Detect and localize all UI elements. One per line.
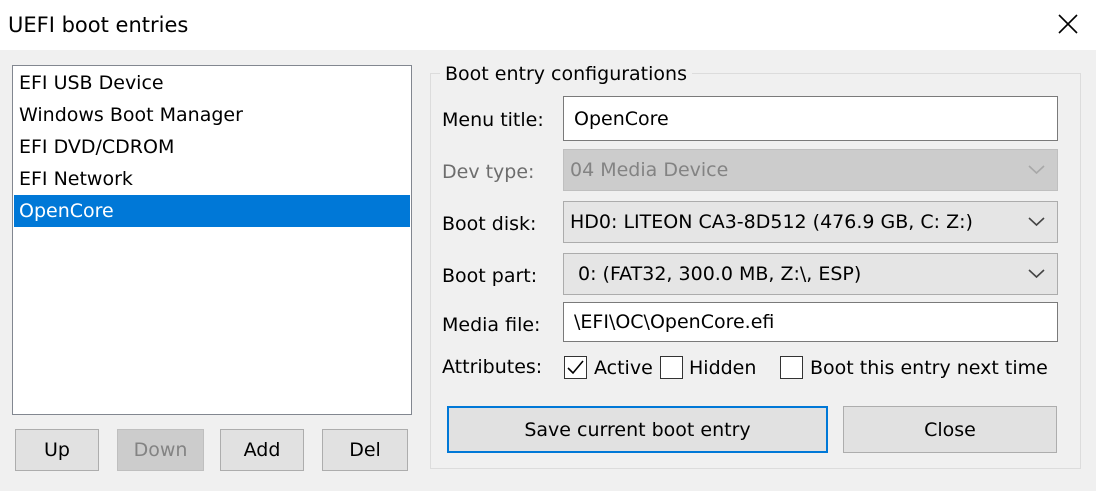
chevron-down-icon — [1028, 217, 1045, 227]
dev-type-label: Dev type: — [442, 161, 535, 183]
dev-type-select[interactable]: 04 Media Device — [563, 149, 1058, 191]
boot-part-label: Boot part: — [442, 265, 538, 287]
list-item-efi-dvd-cdrom[interactable]: EFI DVD/CDROM — [14, 131, 410, 163]
media-file-label: Media file: — [442, 314, 541, 336]
up-button[interactable]: Up — [15, 429, 99, 471]
boot-part-value: 0: (FAT32, 300.0 MB, Z:\, ESP) — [578, 263, 862, 285]
list-item-windows-boot-manager[interactable]: Windows Boot Manager — [14, 99, 410, 131]
del-button[interactable]: Del — [322, 429, 408, 471]
close-button[interactable]: Close — [843, 406, 1057, 453]
media-file-input[interactable]: \EFI\OC\OpenCore.efi — [563, 302, 1058, 342]
menu-title-input[interactable]: OpenCore — [563, 96, 1058, 141]
boot-disk-value: HD0: LITEON CA3-8D512 (476.9 GB, C: Z:) — [570, 211, 973, 233]
list-item-efi-usb-device[interactable]: EFI USB Device — [14, 67, 410, 99]
chevron-down-icon — [1028, 269, 1045, 279]
boot-disk-select[interactable]: HD0: LITEON CA3-8D512 (476.9 GB, C: Z:) — [563, 201, 1058, 243]
hidden-checkbox[interactable] — [660, 356, 683, 379]
group-title: Boot entry configurations — [440, 62, 692, 86]
window-title: UEFI boot entries — [8, 13, 189, 37]
down-button[interactable]: Down — [117, 429, 204, 471]
menu-title-label: Menu title: — [442, 109, 544, 131]
close-icon — [1058, 14, 1078, 34]
attributes-label: Attributes: — [442, 356, 543, 378]
check-icon — [567, 360, 584, 375]
active-checkbox[interactable] — [564, 356, 587, 379]
dev-type-value: 04 Media Device — [570, 159, 729, 181]
save-boot-entry-button[interactable]: Save current boot entry — [447, 406, 828, 453]
active-label[interactable]: Active — [594, 356, 653, 380]
list-item-efi-network[interactable]: EFI Network — [14, 163, 410, 195]
boot-part-select[interactable]: 0: (FAT32, 300.0 MB, Z:\, ESP) — [563, 253, 1058, 295]
close-window-button[interactable] — [1040, 0, 1096, 48]
list-item-opencore[interactable]: OpenCore — [14, 195, 410, 227]
hidden-label[interactable]: Hidden — [689, 356, 756, 380]
boot-entry-list[interactable]: EFI USB Device Windows Boot Manager EFI … — [12, 65, 412, 415]
chevron-down-icon — [1028, 165, 1045, 175]
title-bar: UEFI boot entries — [0, 0, 1096, 50]
boot-next-time-checkbox[interactable] — [780, 356, 803, 379]
add-button[interactable]: Add — [220, 429, 304, 471]
boot-disk-label: Boot disk: — [442, 213, 537, 235]
boot-next-time-label[interactable]: Boot this entry next time — [810, 356, 1048, 380]
